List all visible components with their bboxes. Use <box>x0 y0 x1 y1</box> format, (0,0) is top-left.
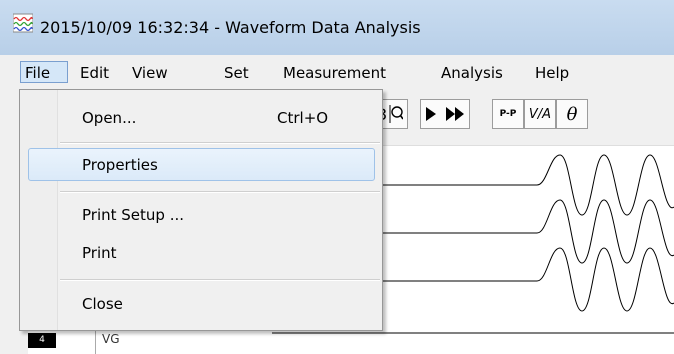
menu-item-print[interactable]: Print <box>82 244 117 262</box>
menu-item-print-setup[interactable]: Print Setup ... <box>82 206 184 224</box>
menu-item-open[interactable]: Open... <box>82 109 136 127</box>
voltage-amplitude-icon: V/A <box>528 106 552 122</box>
menu-separator <box>60 142 380 144</box>
peak-to-peak-icon: P-P <box>499 108 517 119</box>
menu-measurement[interactable]: Measurement <box>283 62 386 84</box>
file-menu-dropdown: Open... Ctrl+O Properties Print Setup ..… <box>19 89 383 331</box>
theta-phase-button[interactable]: θ <box>556 99 588 129</box>
menu-icon-gutter <box>20 90 58 330</box>
play-group <box>420 99 470 129</box>
theta-phase-icon: θ <box>566 103 578 125</box>
menu-edit[interactable]: Edit <box>80 62 109 84</box>
waveform-app-icon <box>12 13 34 33</box>
menu-set[interactable]: Set <box>224 62 249 84</box>
channel-number-badge[interactable]: 4 <box>28 333 56 348</box>
menu-help[interactable]: Help <box>535 62 569 84</box>
voltage-amplitude-button[interactable]: V/A <box>524 99 556 129</box>
menu-file[interactable]: File <box>20 61 68 83</box>
menu-separator <box>60 191 380 193</box>
channel-label[interactable]: VG <box>95 329 271 354</box>
play-button[interactable] <box>426 107 436 121</box>
menu-item-close[interactable]: Close <box>82 295 123 313</box>
title-bar: 2015/10/09 16:32:34 - Waveform Data Anal… <box>0 0 674 55</box>
menubar: File Edit View Set Measurement Analysis … <box>0 55 674 89</box>
menu-item-properties[interactable]: Properties <box>82 156 158 174</box>
menu-analysis[interactable]: Analysis <box>441 62 503 84</box>
peak-to-peak-button[interactable]: P-P <box>492 99 524 129</box>
menu-view[interactable]: View <box>132 62 168 84</box>
menu-separator <box>60 279 380 281</box>
fast-forward-icon[interactable] <box>446 107 464 121</box>
menu-shortcut-open: Ctrl+O <box>277 109 329 127</box>
menu-item-properties-highlight[interactable] <box>28 148 375 181</box>
window-title: 2015/10/09 16:32:34 - Waveform Data Anal… <box>40 18 421 37</box>
